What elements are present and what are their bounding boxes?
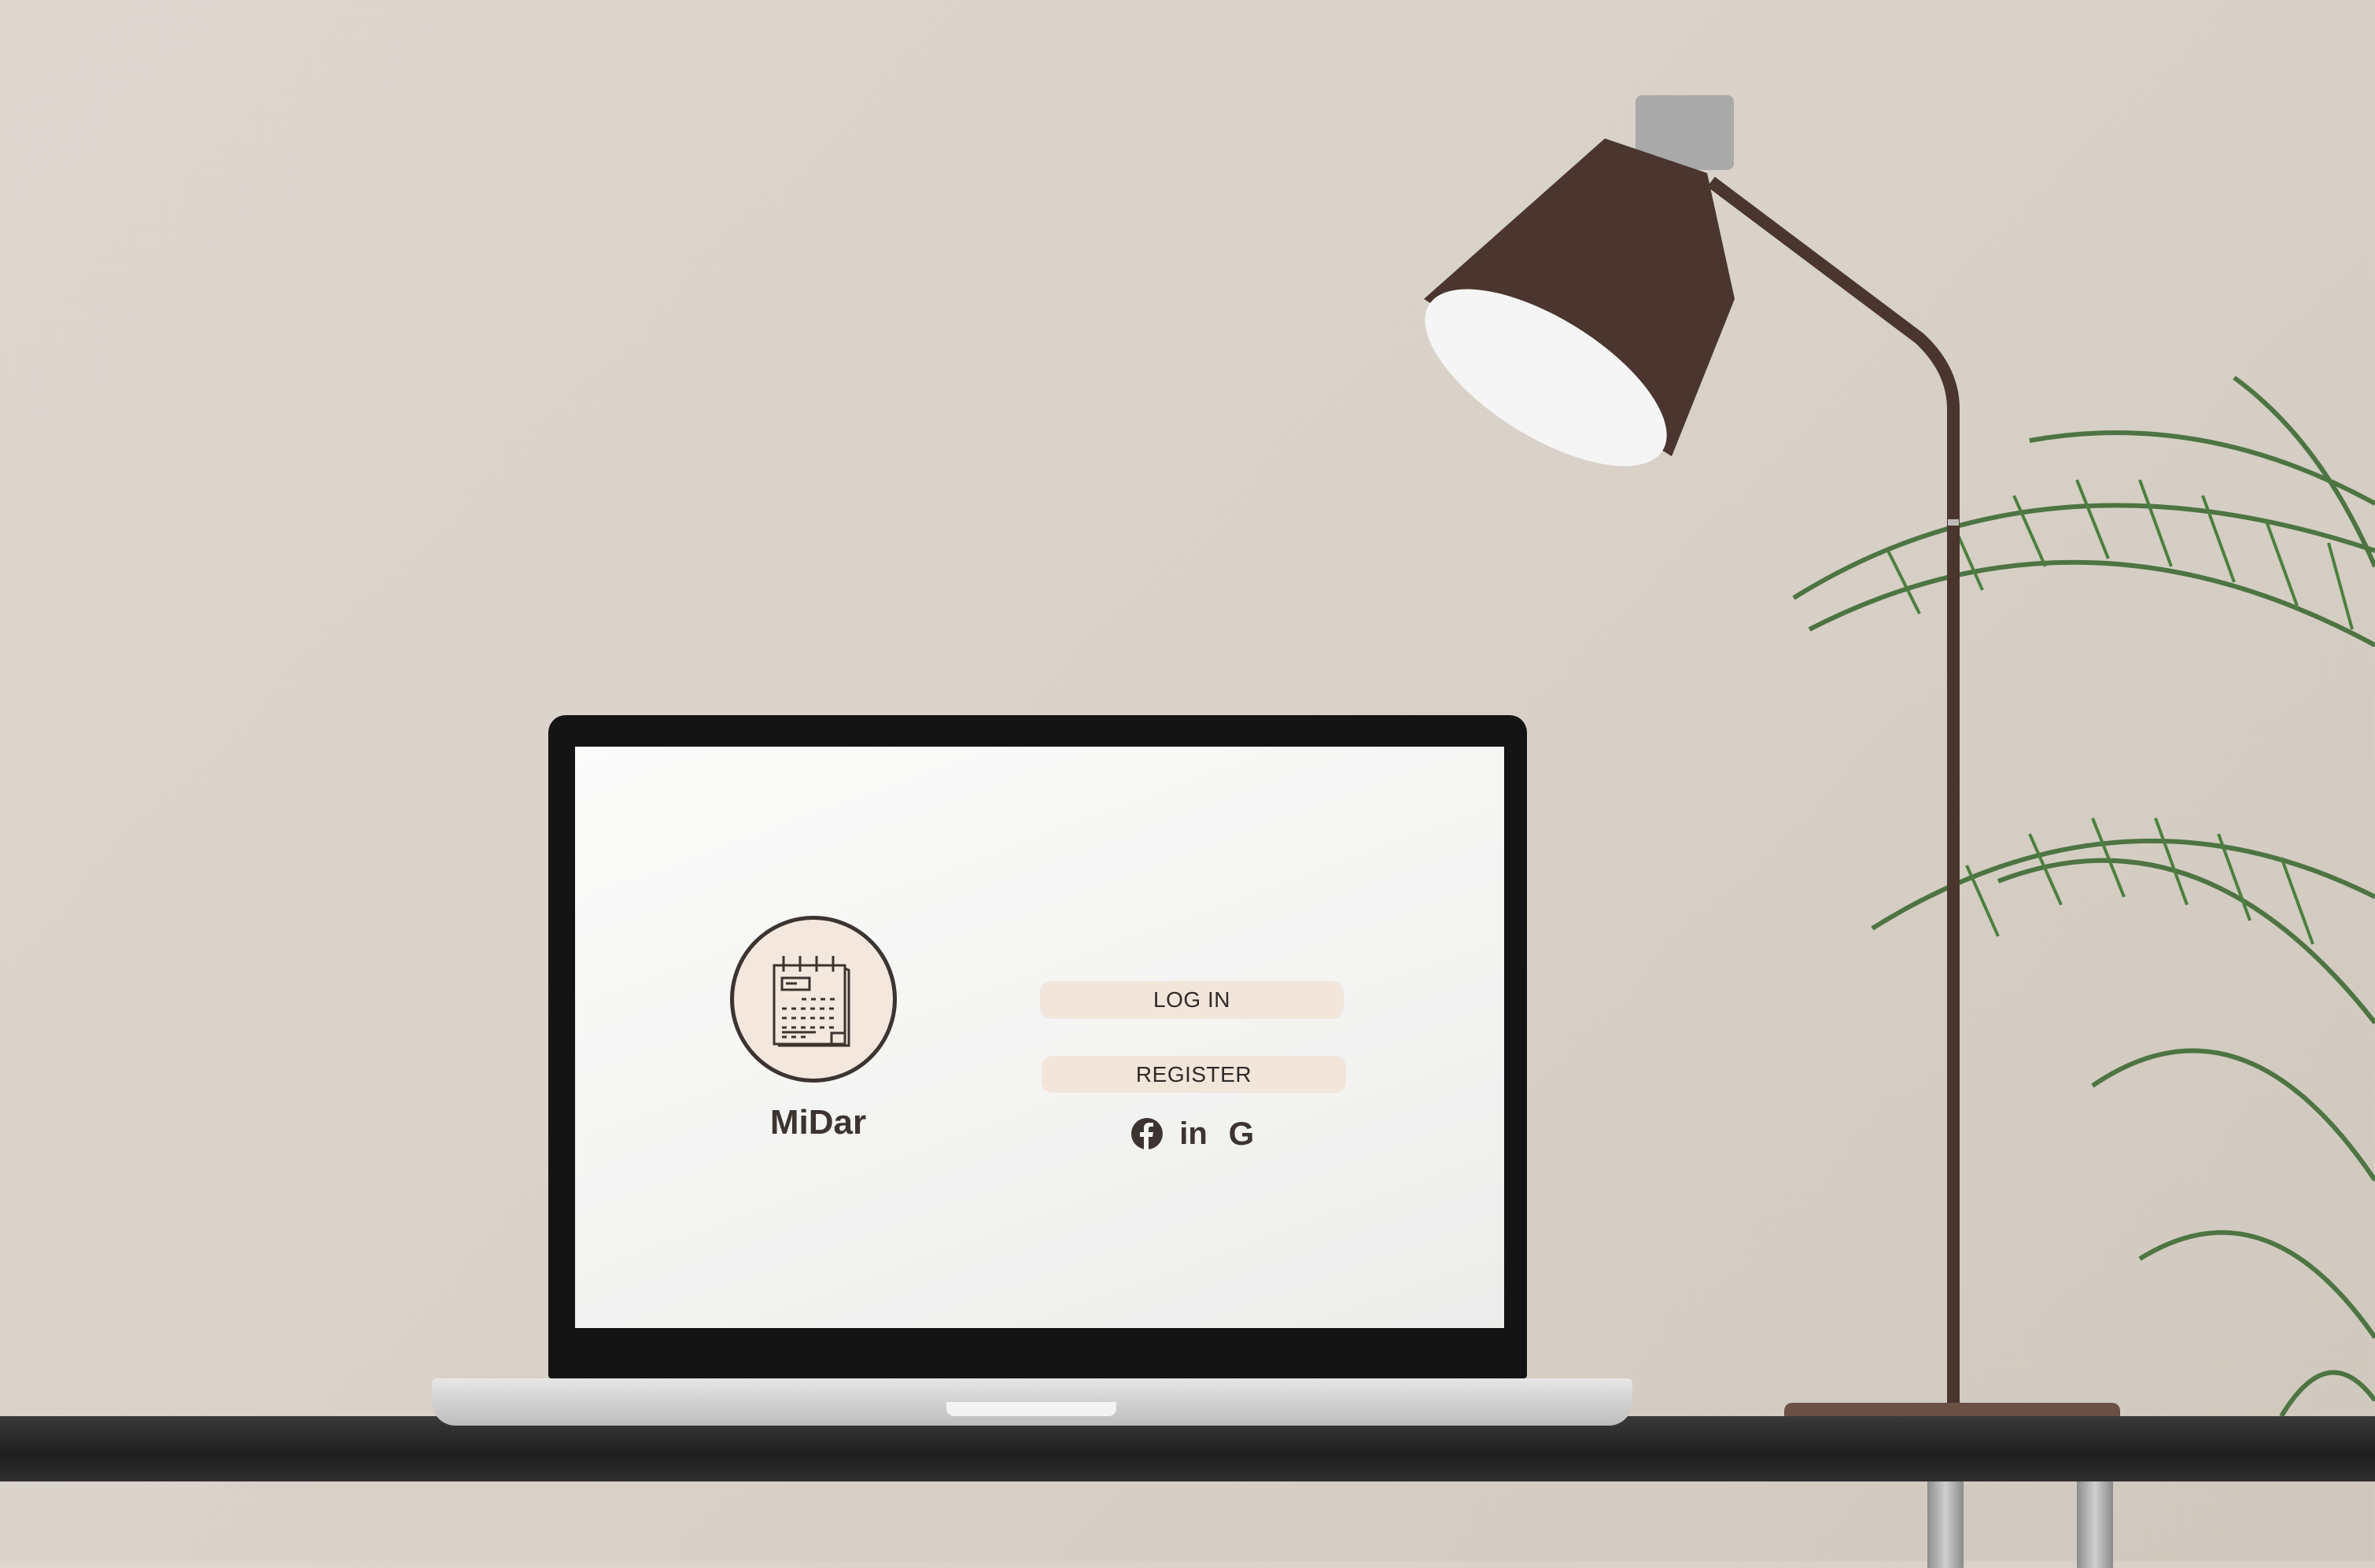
linkedin-icon: in	[1179, 1116, 1208, 1151]
plant	[1792, 375, 2375, 1418]
laptop-notch	[946, 1402, 1116, 1416]
facebook-login[interactable]	[1130, 1116, 1164, 1152]
google-icon: G	[1228, 1115, 1255, 1152]
calendar-notepad-icon	[773, 956, 850, 1047]
register-button[interactable]: REGISTER	[1042, 1056, 1346, 1093]
facebook-icon	[1131, 1118, 1163, 1150]
desk-leg	[1927, 1481, 1964, 1568]
desk-leg	[2077, 1481, 2113, 1568]
brand-name: MiDar	[769, 1103, 867, 1142]
app-logo	[730, 916, 897, 1083]
desk	[0, 1416, 2375, 1481]
laptop-screen	[575, 747, 1504, 1328]
login-button[interactable]: LOG IN	[1040, 981, 1344, 1019]
google-login[interactable]: G	[1222, 1115, 1261, 1152]
linkedin-login[interactable]: in	[1174, 1116, 1213, 1152]
